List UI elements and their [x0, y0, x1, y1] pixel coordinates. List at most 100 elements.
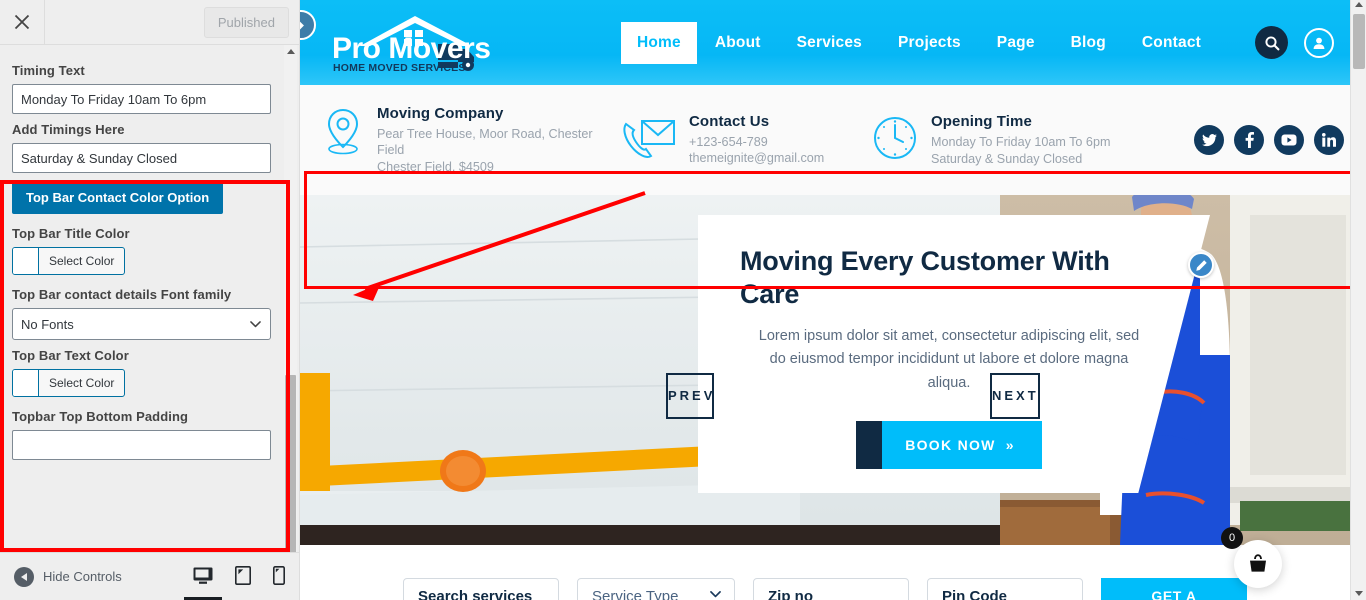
- tablet-icon[interactable]: [235, 566, 251, 587]
- top-bar-text-color-picker[interactable]: Select Color: [12, 369, 126, 397]
- site-preview: Pro Movers HOME MOVED SERVICES Home Abou…: [300, 0, 1366, 600]
- topbar-column-opening-time: Opening Time Monday To Friday 10am To 6p…: [872, 113, 1142, 167]
- add-timings-input[interactable]: [12, 143, 271, 173]
- topbar-line: Chester Field, $4509: [377, 159, 494, 174]
- nav-tools: [1255, 26, 1334, 59]
- color-swatch: [13, 248, 39, 274]
- nav-item-about[interactable]: About: [697, 25, 779, 61]
- nav-item-services[interactable]: Services: [779, 25, 880, 61]
- topbar-text-block: Moving Company Pear Tree House, Moor Roa…: [377, 105, 622, 176]
- publish-button[interactable]: Published: [203, 6, 289, 38]
- color-swatch: [13, 370, 39, 396]
- top-bar-text-color-label: Top Bar Text Color: [12, 348, 129, 363]
- book-now-accent-tab: [856, 421, 882, 470]
- service-type-select[interactable]: Service Type: [577, 578, 735, 600]
- pin-code-placeholder: Pin Code: [942, 587, 1008, 600]
- topbar-line: Saturday & Sunday Closed: [931, 151, 1083, 166]
- select-color-label: Select Color: [49, 254, 115, 268]
- topbar-padding-input[interactable]: [12, 430, 271, 460]
- sidebar-scrollbar[interactable]: [284, 45, 297, 552]
- nav-item-page[interactable]: Page: [979, 25, 1053, 61]
- nav-item-projects[interactable]: Projects: [880, 25, 979, 61]
- get-a-quote-button[interactable]: GET A: [1101, 578, 1247, 600]
- window-scrollbar[interactable]: [1350, 0, 1366, 600]
- book-now-button[interactable]: BOOK NOW »: [856, 421, 1042, 470]
- site-logo[interactable]: Pro Movers HOME MOVED SERVICES: [326, 12, 502, 74]
- scroll-down-icon[interactable]: [1355, 591, 1363, 596]
- chevron-double-right-icon: »: [1005, 437, 1015, 454]
- book-now-label: BOOK NOW: [905, 437, 996, 454]
- collapse-arrow-icon: [14, 566, 34, 587]
- clock-icon: [872, 115, 918, 166]
- logo-tagline: HOME MOVED SERVICES: [333, 61, 466, 74]
- top-bar-contact-color-option-button[interactable]: Top Bar Contact Color Option: [12, 181, 224, 214]
- topbar-contact-strip: Moving Company Pear Tree House, Moor Roa…: [300, 85, 1366, 195]
- close-icon[interactable]: [0, 0, 45, 44]
- location-pin-icon: [322, 107, 364, 162]
- topbar-column-moving-company: Moving Company Pear Tree House, Moor Roa…: [322, 105, 622, 176]
- cart-basket-icon[interactable]: [1234, 540, 1282, 588]
- zip-no-input[interactable]: Zip no: [753, 578, 909, 600]
- scroll-up-icon[interactable]: [1355, 2, 1363, 7]
- topbar-line: +123-654-789: [689, 134, 768, 149]
- hero-cta-wrap: BOOK NOW »: [740, 421, 1158, 470]
- timing-text-input[interactable]: [12, 84, 271, 114]
- mobile-icon[interactable]: [273, 566, 285, 587]
- topbar-title: Contact Us: [689, 112, 770, 130]
- hero-slider: Moving Every Customer With Care Lorem ip…: [300, 195, 1366, 545]
- site-navbar: Pro Movers HOME MOVED SERVICES Home Abou…: [300, 0, 1366, 85]
- book-now-label-wrap: BOOK NOW »: [882, 421, 1042, 470]
- desktop-icon[interactable]: [184, 567, 222, 600]
- scrollbar-thumb[interactable]: [285, 375, 296, 552]
- user-icon[interactable]: [1304, 27, 1334, 58]
- customizer-screen: Published Timing Text Add Timings Here T…: [0, 0, 1366, 600]
- topbar-wrap: Moving Company Pear Tree House, Moor Roa…: [300, 85, 1366, 301]
- add-timings-label: Add Timings Here: [12, 122, 125, 137]
- social-links: [1194, 125, 1344, 155]
- pin-code-input[interactable]: Pin Code: [927, 578, 1083, 600]
- envelope-phone-icon: [622, 115, 676, 168]
- customizer-controls: Timing Text Add Timings Here Top Bar Con…: [0, 45, 299, 552]
- timing-text-label: Timing Text: [12, 63, 85, 78]
- topbar-title: Opening Time: [931, 112, 1032, 130]
- top-bar-title-color-picker[interactable]: Select Color: [12, 247, 126, 275]
- twitter-icon[interactable]: [1194, 125, 1224, 155]
- search-services-placeholder: Search services: [418, 587, 533, 600]
- hide-controls-label: Hide Controls: [43, 569, 122, 584]
- logo-mark: Pro Movers HOME MOVED SERVICES: [326, 12, 502, 74]
- nav-item-contact[interactable]: Contact: [1124, 25, 1219, 61]
- service-type-value: Service Type: [592, 587, 679, 600]
- top-bar-title-color-label: Top Bar Title Color: [12, 226, 130, 241]
- facebook-icon[interactable]: [1234, 125, 1264, 155]
- slider-prev-button[interactable]: PREV: [666, 373, 714, 419]
- chevron-down-icon: [709, 588, 722, 600]
- topbar-title: Moving Company: [377, 104, 504, 122]
- topbar-text-block: Opening Time Monday To Friday 10am To 6p…: [931, 113, 1110, 167]
- font-family-select[interactable]: No Fonts: [12, 308, 271, 340]
- youtube-icon[interactable]: [1274, 125, 1304, 155]
- edit-hero-pencil-icon[interactable]: [1188, 252, 1214, 278]
- hero-card: Moving Every Customer With Care Lorem ip…: [698, 215, 1210, 493]
- device-preview-switcher: [184, 566, 285, 600]
- scroll-up-icon[interactable]: [284, 45, 297, 58]
- service-search-bar: Search services Service Type Zip no Pin …: [300, 545, 1366, 600]
- slider-prev-label: PREV: [668, 387, 716, 403]
- hero-paragraph: Lorem ipsum dolor sit amet, consectetur …: [758, 327, 1140, 391]
- slider-next-button[interactable]: NEXT: [990, 373, 1040, 419]
- font-family-label: Top Bar contact details Font family: [12, 287, 232, 302]
- customizer-sidebar: Published Timing Text Add Timings Here T…: [0, 0, 300, 600]
- nav-menu: Home About Services Projects Page Blog C…: [620, 21, 1219, 64]
- font-family-select-wrap: No Fonts: [12, 308, 271, 340]
- slider-next-label: NEXT: [992, 387, 1039, 403]
- topbar-padding-label: Topbar Top Bottom Padding: [12, 409, 189, 424]
- hide-controls-button[interactable]: Hide Controls: [14, 566, 122, 587]
- window-scrollbar-thumb[interactable]: [1353, 14, 1365, 69]
- topbar-line: themeignite@gmail.com: [689, 151, 825, 166]
- linkedin-icon[interactable]: [1314, 125, 1344, 155]
- search-icon[interactable]: [1255, 26, 1288, 59]
- nav-item-blog[interactable]: Blog: [1053, 25, 1124, 61]
- zip-no-placeholder: Zip no: [768, 587, 813, 600]
- topbar-line: Monday To Friday 10am To 6pm: [931, 134, 1111, 149]
- nav-item-home[interactable]: Home: [620, 21, 697, 64]
- search-services-input[interactable]: Search services: [403, 578, 559, 600]
